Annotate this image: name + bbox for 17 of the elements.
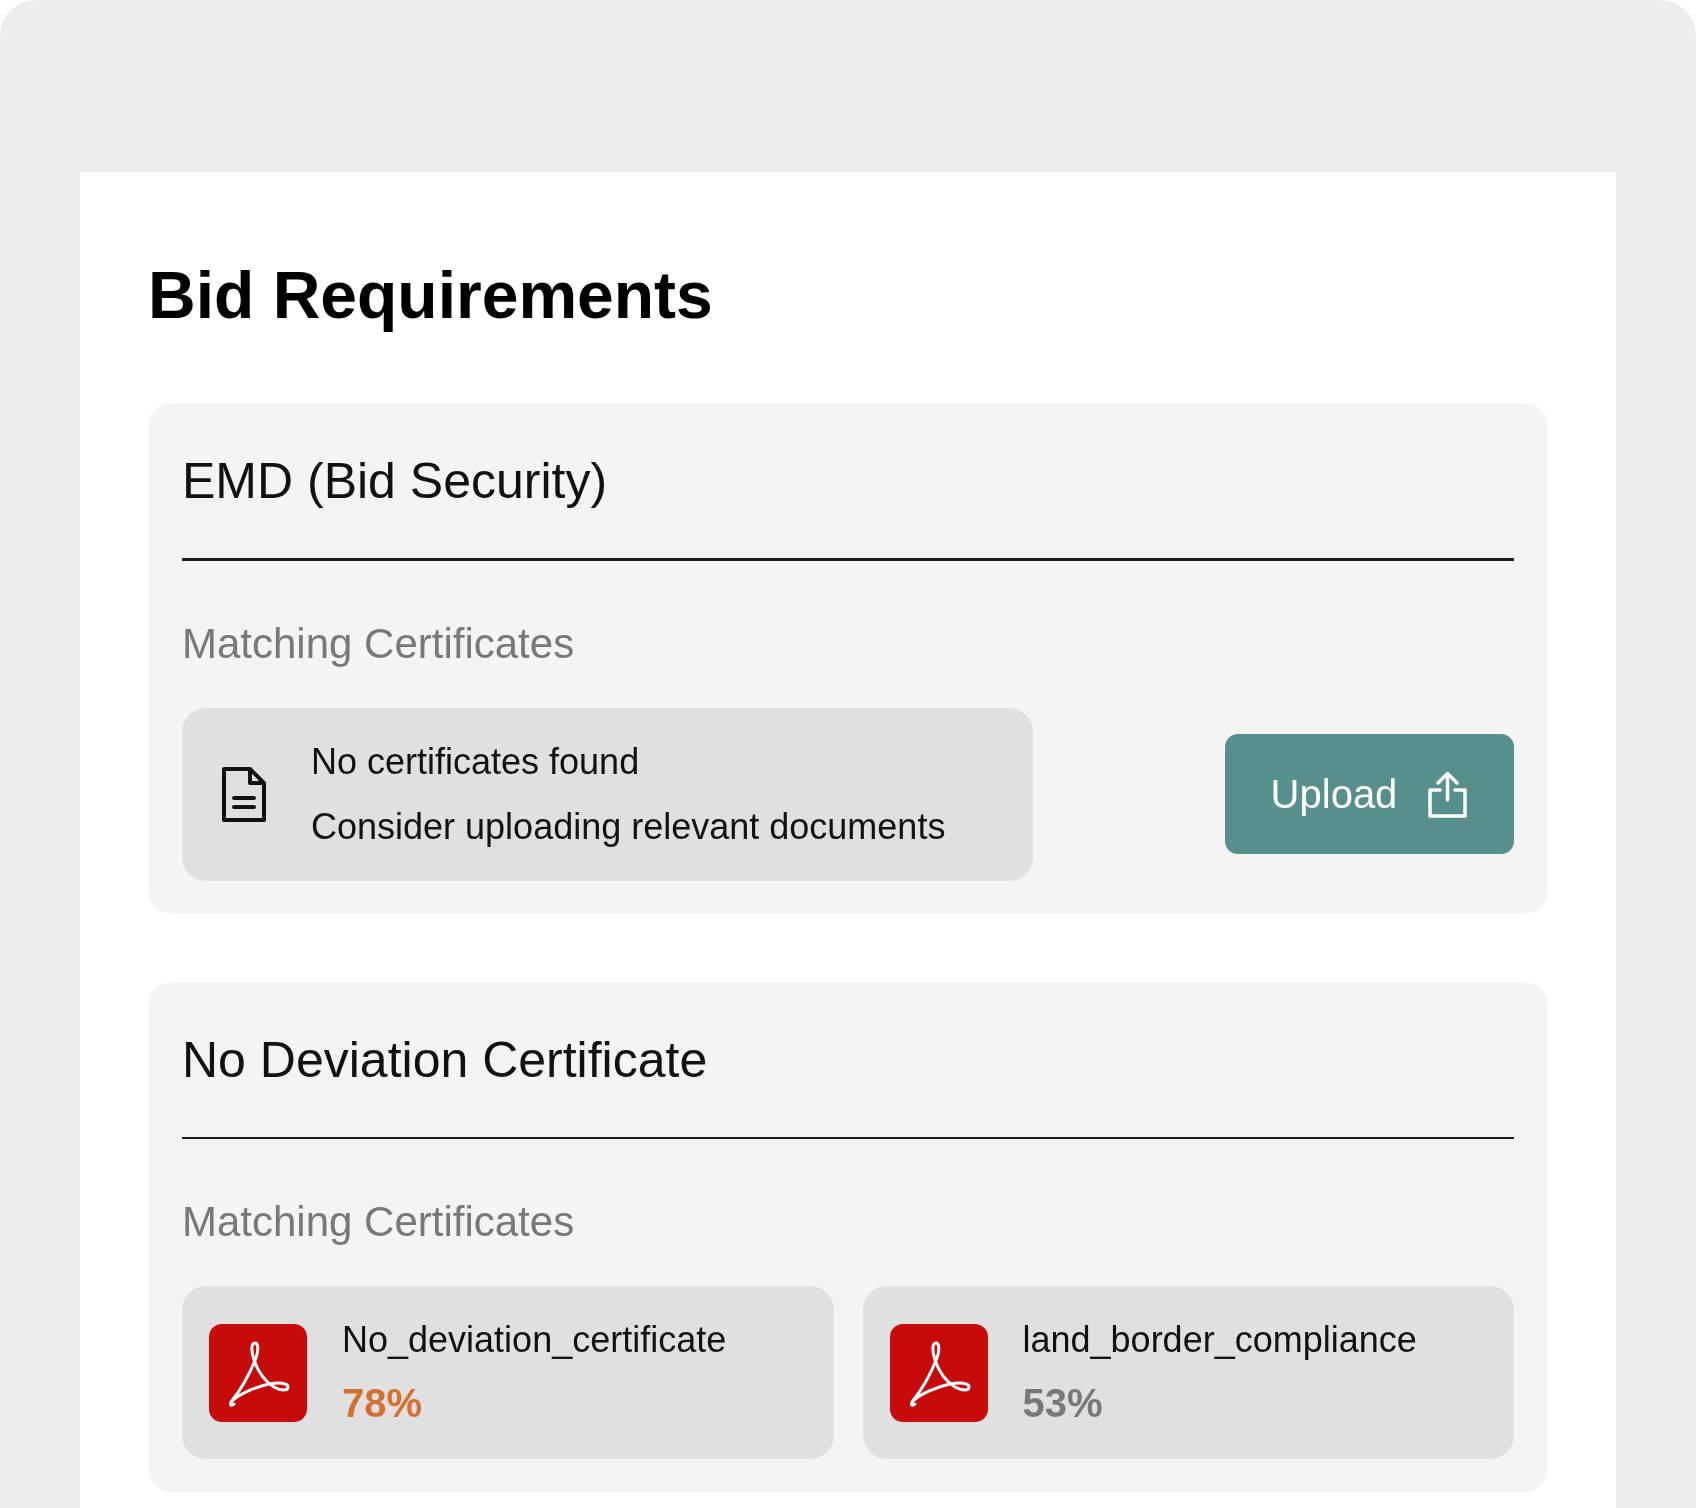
empty-state-message: Consider uploading relevant documents xyxy=(311,808,946,845)
certificate-card[interactable]: No_deviation_certificate 78% xyxy=(182,1286,834,1459)
match-percentage: 78% xyxy=(342,1383,424,1423)
certificate-name: land_border_compliance xyxy=(1022,1322,1417,1358)
section-label: Matching Certificates xyxy=(182,1201,576,1243)
match-percentage: 53% xyxy=(1022,1383,1104,1423)
requirement-title: EMD (Bid Security) xyxy=(182,456,609,506)
certificate-name: No_deviation_certificate xyxy=(342,1322,727,1358)
empty-state-heading: No certificates found xyxy=(311,743,641,780)
certificate-card[interactable]: land_border_compliance 53% xyxy=(862,1286,1514,1459)
requirement-title: No Deviation Certificate xyxy=(182,1034,709,1085)
pdf-file-icon xyxy=(209,1323,307,1422)
document-icon xyxy=(220,766,266,822)
upload-button[interactable]: Upload xyxy=(1225,734,1514,854)
section-label: Matching Certificates xyxy=(182,622,576,665)
pdf-file-icon xyxy=(889,1323,988,1422)
upload-icon xyxy=(1427,770,1469,818)
